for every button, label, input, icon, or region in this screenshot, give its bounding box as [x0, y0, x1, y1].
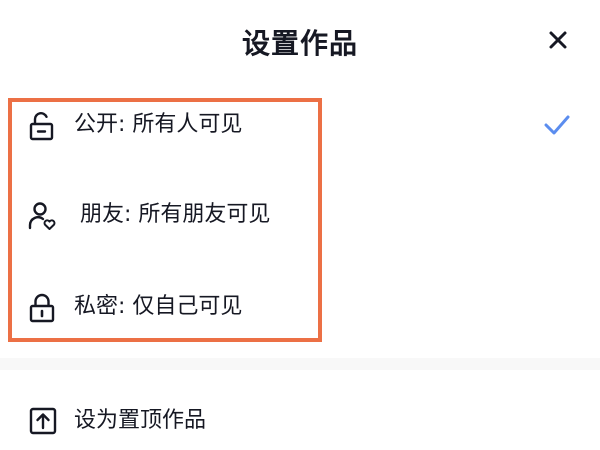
pin-to-top-button[interactable]: 设为置顶作品	[0, 390, 600, 450]
page-title: 设置作品	[241, 27, 358, 60]
visibility-option-label: 公开: 所有人可见	[74, 112, 243, 137]
close-button[interactable]	[542, 24, 574, 56]
visibility-option-private[interactable]: 私密: 仅自己可见	[0, 278, 600, 338]
sheet-header: 设置作品	[0, 0, 600, 84]
visibility-option-label: 私密: 仅自己可见	[74, 294, 243, 319]
check-icon	[544, 115, 570, 135]
close-icon	[549, 31, 567, 49]
section-divider	[0, 358, 600, 370]
pin-to-top-label: 设为置顶作品	[74, 408, 207, 433]
visibility-option-label: 朋友: 所有朋友可见	[80, 202, 271, 227]
user-heart-icon	[28, 202, 56, 230]
unlock-icon	[29, 112, 54, 141]
arrow-up-box-icon	[29, 407, 57, 435]
visibility-option-public[interactable]: 公开: 所有人可见	[0, 96, 600, 156]
visibility-option-friends[interactable]: 朋友: 所有朋友可见	[0, 186, 600, 246]
lock-icon	[29, 293, 55, 323]
visibility-settings-sheet: 设置作品 公开: 所有人可见 朋友: 所有朋友可见 私密: 仅自己可见 设为置顶…	[0, 0, 600, 450]
